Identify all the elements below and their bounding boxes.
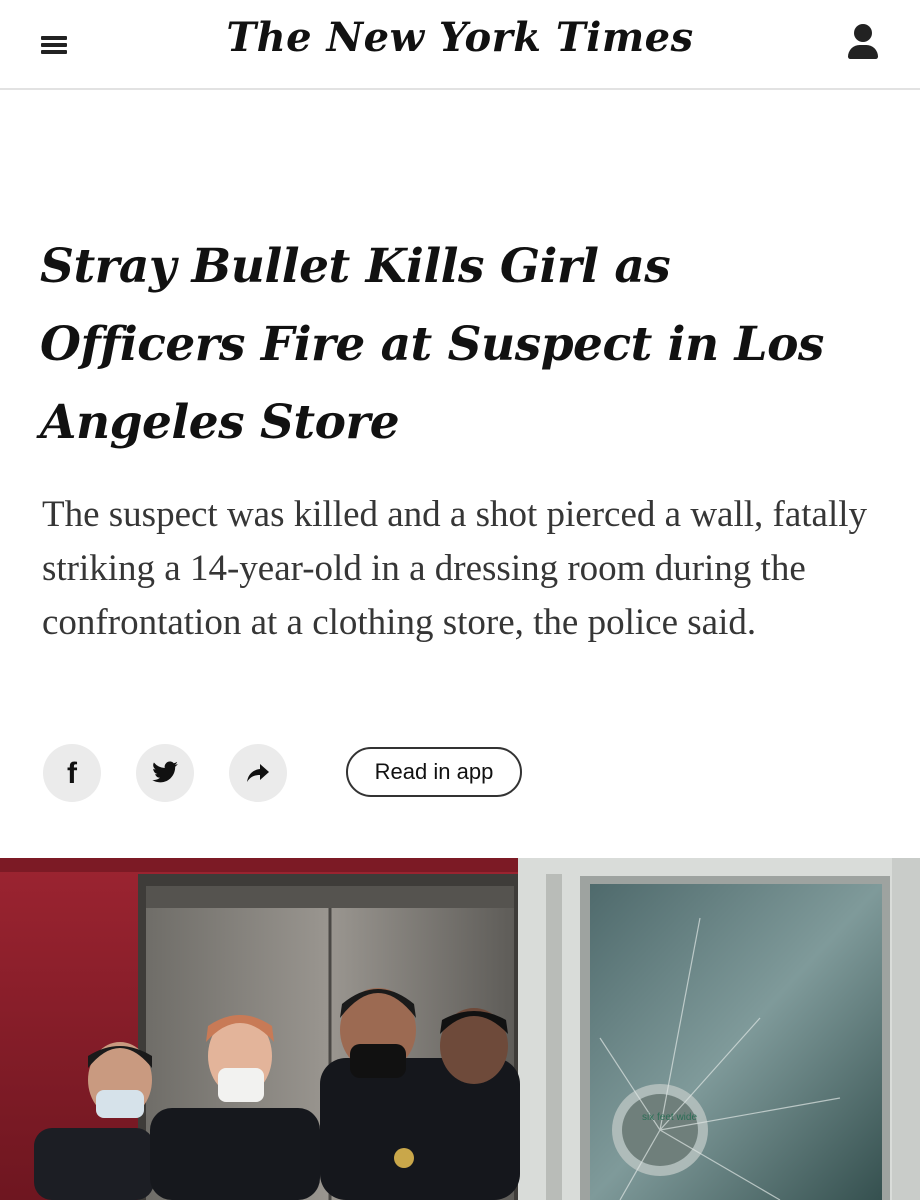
- twitter-icon: [152, 761, 178, 783]
- share-arrow-icon: [247, 764, 269, 782]
- share-button[interactable]: [229, 744, 287, 802]
- facebook-icon: f: [67, 757, 77, 790]
- top-bar: The New York Times: [0, 0, 920, 90]
- read-in-app-button[interactable]: Read in app: [346, 747, 522, 797]
- account-icon[interactable]: [842, 20, 886, 66]
- glass-sign-text: six feet wide: [642, 1112, 697, 1123]
- article-summary: The suspect was killed and a shot pierce…: [42, 494, 868, 643]
- article-headline: Stray Bullet Kills Girl as Officers Fire…: [40, 239, 824, 450]
- twitter-share-button[interactable]: [136, 744, 194, 802]
- nyt-logo[interactable]: The New York Times: [0, 14, 920, 61]
- lead-photo: six feet wide: [0, 858, 920, 1200]
- facebook-share-button[interactable]: f: [43, 744, 101, 802]
- lead-photo-illustration: six feet wide: [0, 858, 920, 1200]
